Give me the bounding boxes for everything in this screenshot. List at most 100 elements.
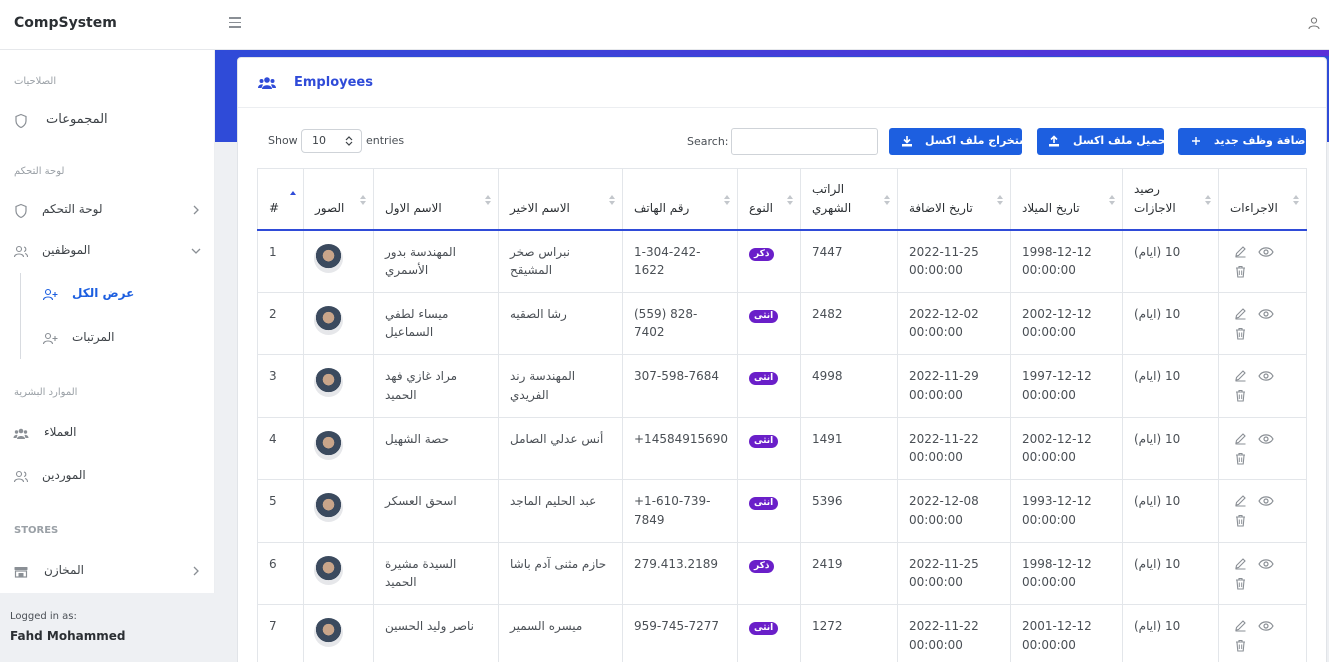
avatar[interactable] xyxy=(314,618,343,647)
edit-icon[interactable] xyxy=(1234,619,1247,632)
shield-icon xyxy=(15,113,27,129)
export-excel-button[interactable]: استخراج ملف اكسل xyxy=(889,128,1034,155)
column-header-label: # xyxy=(269,200,280,215)
leave-balance-value: 10 (ايام) xyxy=(1134,431,1181,446)
edit-icon[interactable] xyxy=(1234,494,1247,507)
sidebar-subitem-salaries[interactable]: المرتبات xyxy=(0,324,215,354)
cell-birth-date: 2002-12-12 00:00:00 xyxy=(1010,291,1123,355)
row-actions xyxy=(1219,555,1306,595)
edit-icon[interactable] xyxy=(1234,432,1247,445)
column-header[interactable]: # xyxy=(257,168,304,231)
cell-date-added: 2022-11-22 00:00:00 xyxy=(897,604,1011,662)
add-employee-button[interactable]: اضافة وظف جديد xyxy=(1178,128,1309,155)
cell-date-added: 2022-12-02 00:00:00 xyxy=(897,291,1011,355)
cell-actions xyxy=(1218,541,1307,605)
table-row: 7 ناصر وليد الحسين ميسره السمير 959-745-727… xyxy=(257,604,1307,662)
edit-icon[interactable] xyxy=(1234,557,1247,570)
sidebar-section-hr: الموارد البشرية xyxy=(14,387,78,398)
cell-phone: 307-598-7684 xyxy=(622,354,738,418)
column-header[interactable]: الاسم الاخير xyxy=(498,168,623,231)
view-icon[interactable] xyxy=(1258,370,1274,382)
sort-asc-icon xyxy=(290,191,296,195)
brand-logo[interactable]: CompSystem xyxy=(14,15,117,31)
cell-date-added: 2022-12-08 00:00:00 xyxy=(897,479,1011,543)
cell-actions xyxy=(1218,291,1307,355)
column-header[interactable]: رقم الهاتف xyxy=(622,168,738,231)
cell-salary: 1272 xyxy=(800,604,898,662)
cell-birth-date: 2001-12-12 00:00:00 xyxy=(1010,604,1123,662)
cell-gender: ذكر xyxy=(737,229,801,293)
user-account-icon[interactable] xyxy=(1307,16,1321,30)
column-header[interactable]: تاريخ الاضافة xyxy=(897,168,1011,231)
column-header[interactable]: الراتب الشهري xyxy=(800,168,898,231)
table-row: 6 السيدة مشيرة الحميد حازم مثنى آدم باشا 279… xyxy=(257,541,1307,605)
import-excel-button[interactable]: تحميل ملف اكسل xyxy=(1037,128,1170,155)
edit-icon[interactable] xyxy=(1234,369,1247,382)
view-icon[interactable] xyxy=(1258,620,1274,632)
gender-badge: ذكر xyxy=(749,559,775,573)
edit-icon[interactable] xyxy=(1234,245,1247,258)
sidebar-item-employees[interactable]: الموظفين xyxy=(0,237,215,267)
view-icon[interactable] xyxy=(1258,495,1274,507)
column-header[interactable]: الاجراءات xyxy=(1218,168,1307,231)
page-length-select[interactable]: 10 xyxy=(301,129,362,153)
sidebar-subitem-view-all[interactable]: عرض الكل xyxy=(0,280,215,310)
delete-icon[interactable] xyxy=(1234,265,1247,278)
column-header[interactable]: الصور xyxy=(303,168,374,231)
avatar[interactable] xyxy=(314,555,343,585)
sort-icon xyxy=(1293,195,1299,205)
delete-icon[interactable] xyxy=(1234,452,1247,465)
sidebar-item-warehouses[interactable]: المخازن xyxy=(0,557,215,587)
table-header-row: # الصور الاسم الاول الاسم الاخير رقم الهاتف ا… xyxy=(257,168,1307,231)
cell-leave-balance: 10 (ايام) xyxy=(1122,541,1219,605)
edit-icon[interactable] xyxy=(1234,307,1247,320)
avatar[interactable] xyxy=(314,243,343,273)
view-icon[interactable] xyxy=(1258,246,1274,258)
avatar[interactable] xyxy=(314,493,343,522)
sidebar-item-label: المرتبات xyxy=(72,330,115,344)
delete-icon[interactable] xyxy=(1234,389,1247,402)
cell-salary: 4998 xyxy=(800,354,898,418)
table-row: 1 المهندسة بدور الأسمري نبراس صخر المشيقح 1-3… xyxy=(257,229,1307,293)
cell-photo xyxy=(303,541,374,605)
delete-icon[interactable] xyxy=(1234,514,1247,527)
cell-gender: انثى xyxy=(737,291,801,355)
cell-phone: (559) 828-7402 xyxy=(622,291,738,355)
cell-actions xyxy=(1218,604,1307,662)
store-icon xyxy=(14,567,28,578)
cell-date-added: 2022-11-25 00:00:00 xyxy=(897,541,1011,605)
chevron-right-icon xyxy=(193,205,199,215)
column-header[interactable]: تاريخ الميلاد xyxy=(1010,168,1123,231)
upload-icon xyxy=(1049,135,1059,147)
column-header[interactable]: النوع xyxy=(737,168,801,231)
avatar[interactable] xyxy=(314,368,343,397)
import-excel-label: تحميل ملف اكسل xyxy=(1073,134,1170,147)
delete-icon[interactable] xyxy=(1234,639,1247,652)
cell-number: 4 xyxy=(257,416,304,480)
table-row: 5 اسحق العسكر عبد الحليم الماجد +1-610-739-… xyxy=(257,479,1307,543)
view-icon[interactable] xyxy=(1258,308,1274,320)
cell-photo xyxy=(303,604,374,662)
column-header[interactable]: رصيد الاجازات xyxy=(1122,168,1219,231)
gender-badge: انثى xyxy=(749,497,779,510)
sort-icon xyxy=(787,195,793,205)
sidebar-item-label: الموظفين xyxy=(42,243,91,257)
avatar[interactable] xyxy=(314,430,343,460)
sidebar-item-groups[interactable]: المجموعات xyxy=(0,106,215,136)
sidebar-item-dashboard[interactable]: لوحة التحكم xyxy=(0,196,215,226)
cell-date-added: 2022-11-29 00:00:00 xyxy=(897,354,1011,418)
column-header-label: الاسم الاول xyxy=(385,200,442,215)
column-header[interactable]: الاسم الاول xyxy=(373,168,499,231)
sidebar-item-customers[interactable]: العملاء xyxy=(0,419,215,449)
menu-toggle-icon[interactable] xyxy=(229,17,241,29)
avatar[interactable] xyxy=(314,305,343,335)
leave-balance-value: 10 (ايام) xyxy=(1134,306,1181,321)
view-icon[interactable] xyxy=(1258,433,1274,445)
sidebar-item-suppliers[interactable]: الموردين xyxy=(0,462,215,492)
cell-actions xyxy=(1218,354,1307,418)
delete-icon[interactable] xyxy=(1234,577,1247,590)
cell-leave-balance: 10 (ايام) xyxy=(1122,291,1219,355)
delete-icon[interactable] xyxy=(1234,327,1247,340)
search-input[interactable] xyxy=(731,128,878,155)
view-icon[interactable] xyxy=(1258,558,1274,570)
